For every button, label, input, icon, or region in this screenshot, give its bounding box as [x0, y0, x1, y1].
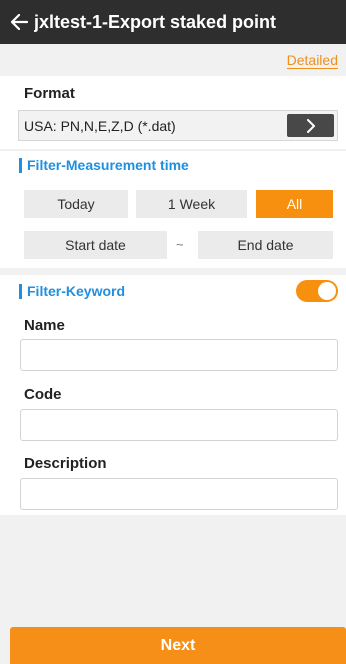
- keyword-filter-toggle[interactable]: [296, 280, 338, 302]
- filter-time-panel: Filter-Measurement time Today 1 Week All…: [0, 151, 346, 268]
- code-label: Code: [24, 386, 62, 403]
- next-button[interactable]: Next: [10, 627, 346, 664]
- filter-time-header: Filter-Measurement time: [0, 151, 346, 179]
- toggle-knob: [318, 282, 336, 300]
- detailed-link[interactable]: Detailed: [286, 53, 338, 69]
- name-field[interactable]: [20, 339, 338, 371]
- start-date-input[interactable]: Start date: [24, 231, 167, 259]
- back-button[interactable]: [4, 0, 34, 44]
- format-panel: Format USA: PN,N,E,Z,D (*.dat): [0, 76, 346, 149]
- time-option-all[interactable]: All: [256, 190, 333, 218]
- format-select-button[interactable]: [287, 114, 334, 137]
- format-label: Format: [24, 85, 75, 102]
- description-label: Description: [24, 455, 107, 472]
- section-accent-bar: [19, 157, 22, 173]
- description-field[interactable]: [20, 478, 338, 510]
- name-label: Name: [24, 317, 65, 334]
- time-option-week[interactable]: 1 Week: [136, 190, 247, 218]
- code-field[interactable]: [20, 409, 338, 441]
- filter-keyword-title: Filter-Keyword: [27, 283, 126, 299]
- format-value: USA: PN,N,E,Z,D (*.dat): [24, 117, 176, 134]
- format-selector[interactable]: USA: PN,N,E,Z,D (*.dat): [18, 110, 338, 141]
- chevron-right-icon: [306, 118, 315, 133]
- filter-time-title: Filter-Measurement time: [27, 157, 189, 173]
- app-header: jxltest-1-Export staked point: [0, 0, 346, 44]
- section-accent-bar: [19, 283, 22, 299]
- arrow-left-icon: [10, 14, 28, 30]
- filter-keyword-panel: Filter-Keyword Name Code Description: [0, 275, 346, 515]
- detailed-row: Detailed: [0, 44, 346, 74]
- page-title: jxltest-1-Export staked point: [34, 11, 277, 32]
- date-separator: ~: [176, 237, 184, 252]
- filter-keyword-header: Filter-Keyword: [0, 277, 346, 305]
- time-option-today[interactable]: Today: [24, 190, 128, 218]
- end-date-input[interactable]: End date: [198, 231, 333, 259]
